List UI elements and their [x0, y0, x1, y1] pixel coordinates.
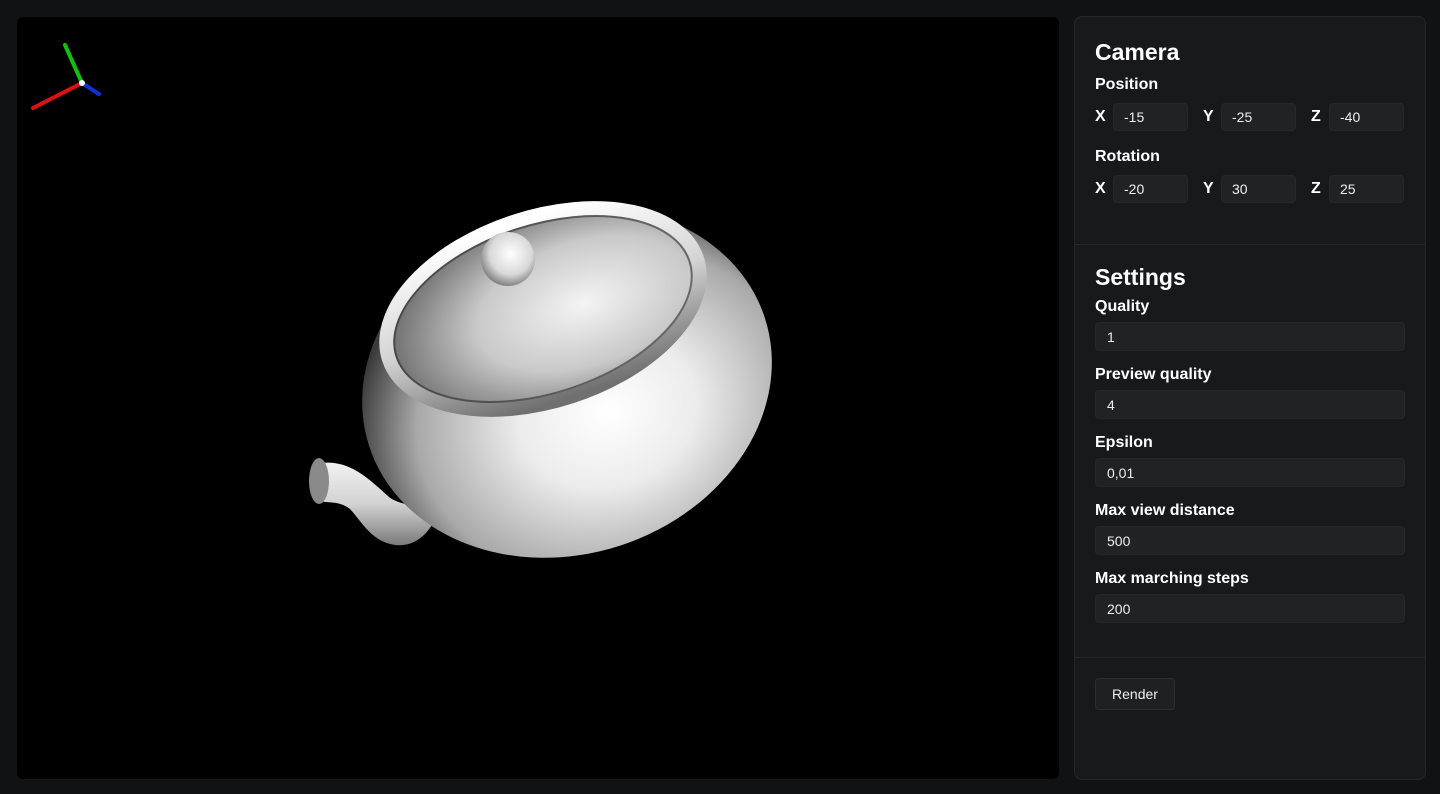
- max-marching-steps-input[interactable]: [1095, 594, 1405, 623]
- position-z-input[interactable]: [1329, 102, 1404, 131]
- camera-title: Camera: [1095, 39, 1180, 65]
- position-y-input[interactable]: [1221, 102, 1296, 131]
- position-z-label: Z: [1311, 107, 1321, 125]
- rotation-z-input[interactable]: [1329, 174, 1404, 203]
- axis-origin: [79, 80, 85, 86]
- render-button[interactable]: Render: [1095, 678, 1175, 710]
- rotation-z-label: Z: [1311, 179, 1321, 197]
- rotation-x-input[interactable]: [1113, 174, 1188, 203]
- footer-divider: [1075, 657, 1425, 658]
- properties-panel: Camera Position X Y Z Rotation X Y Z Set…: [1074, 16, 1426, 780]
- position-label: Position: [1095, 76, 1159, 93]
- epsilon-label: Epsilon: [1095, 434, 1153, 451]
- render-viewport[interactable]: [17, 17, 1059, 779]
- rotation-y-label: Y: [1203, 179, 1214, 197]
- position-x-label: X: [1095, 107, 1106, 125]
- spout-opening: [309, 458, 329, 504]
- x-axis: [31, 81, 84, 110]
- quality-input[interactable]: [1095, 322, 1405, 351]
- teapot-knob: [481, 232, 535, 286]
- position-y-label: Y: [1203, 107, 1214, 125]
- z-axis: [80, 81, 101, 96]
- preview-quality-input[interactable]: [1095, 390, 1405, 419]
- max-marching-steps-label: Max marching steps: [1095, 570, 1249, 587]
- preview-quality-label: Preview quality: [1095, 366, 1212, 383]
- rotation-y-input[interactable]: [1221, 174, 1296, 203]
- camera-section: Camera Position X Y Z Rotation X Y Z: [1075, 17, 1425, 203]
- epsilon-input[interactable]: [1095, 458, 1405, 487]
- teapot-render: [309, 201, 772, 558]
- position-row: X Y Z: [1095, 102, 1405, 131]
- rotation-x-label: X: [1095, 179, 1106, 197]
- position-x-input[interactable]: [1113, 102, 1188, 131]
- settings-title: Settings: [1095, 264, 1186, 290]
- axis-gizmo: [31, 43, 101, 110]
- rotation-row: X Y Z: [1095, 174, 1405, 203]
- quality-label: Quality: [1095, 298, 1150, 315]
- rotation-label: Rotation: [1095, 148, 1160, 165]
- y-axis: [63, 43, 84, 85]
- settings-section: Settings Quality Preview quality Epsilon…: [1075, 244, 1425, 623]
- max-view-distance-label: Max view distance: [1095, 502, 1235, 519]
- max-view-distance-input[interactable]: [1095, 526, 1405, 555]
